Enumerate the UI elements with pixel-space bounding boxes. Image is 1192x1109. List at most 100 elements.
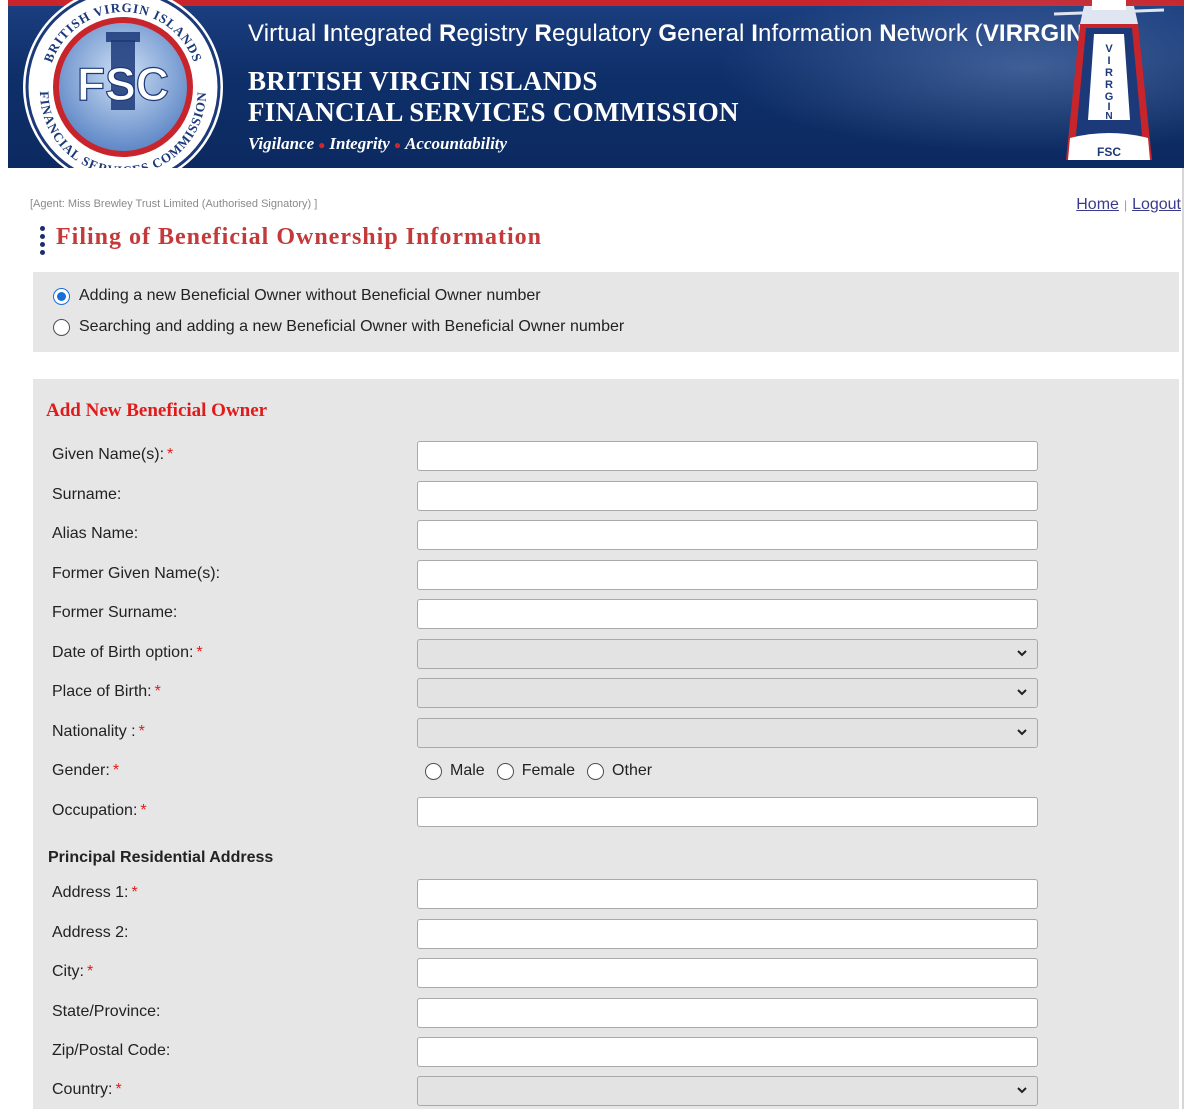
row-former-surname: Former Surname:: [33, 599, 1179, 629]
row-city: City: *: [33, 958, 1179, 988]
system-title-part: eneral: [677, 20, 752, 47]
org-name-line2: FINANCIAL SERVICES COMMISSION: [248, 97, 739, 127]
svg-text:I: I: [1107, 55, 1110, 67]
top-links: Home | Logout: [1076, 196, 1181, 214]
former-surname-label: Former Surname:: [52, 604, 178, 621]
row-address1: Address 1: *: [33, 879, 1179, 909]
surname-label: Surname:: [52, 486, 122, 503]
place-of-birth-label: Place of Birth: *: [52, 683, 161, 700]
row-dob-option: Date of Birth option: *: [33, 639, 1179, 669]
system-title-part: V: [248, 20, 264, 47]
state-label: State/Province:: [52, 1003, 161, 1020]
occupation-input[interactable]: [417, 797, 1038, 827]
row-occupation: Occupation: *: [33, 797, 1179, 827]
row-former-given-names: Former Given Name(s):: [33, 560, 1179, 590]
given-names-label: Given Name(s): *: [52, 446, 174, 463]
svg-text:N: N: [1105, 111, 1112, 122]
former-given-names-label: Former Given Name(s):: [52, 565, 221, 582]
row-alias-name: Alias Name:: [33, 520, 1179, 550]
country-select[interactable]: [417, 1076, 1038, 1106]
former-surname-input[interactable]: [417, 599, 1038, 629]
address1-input[interactable]: [417, 879, 1038, 909]
chevron-down-icon: [1017, 1087, 1027, 1094]
address2-input[interactable]: [417, 919, 1038, 949]
chevron-down-icon: [1017, 729, 1027, 736]
option-new-without-number[interactable]: Adding a new Beneficial Owner without Be…: [53, 287, 541, 305]
system-title-part: N: [879, 20, 897, 47]
dob-option-label: Date of Birth option: *: [52, 644, 203, 661]
row-surname: Surname:: [33, 481, 1179, 511]
nationality-select[interactable]: [417, 718, 1038, 748]
gender-other-label[interactable]: Other: [612, 762, 652, 780]
city-label: City: *: [52, 963, 94, 980]
virrgin-lighthouse-logo: V I R R G I N FSC: [1053, 0, 1165, 160]
zip-input[interactable]: [417, 1037, 1038, 1067]
state-input[interactable]: [417, 998, 1038, 1028]
motto: Vigilance ● Integrity ● Accountability: [248, 134, 508, 153]
row-gender: Gender: * Male Female Other: [33, 757, 1179, 787]
given-names-input[interactable]: [417, 441, 1038, 471]
address2-label: Address 2:: [52, 924, 129, 941]
dob-option-select[interactable]: [417, 639, 1038, 669]
add-beneficial-owner-form: Add New Beneficial Owner Given Name(s): *…: [33, 379, 1179, 1109]
option-new-without-number-label: Adding a new Beneficial Owner without Be…: [79, 287, 541, 304]
seal-abbr: FSC: [77, 58, 169, 110]
gender-female-label[interactable]: Female: [522, 762, 575, 780]
system-title-part: ntegrated: [329, 20, 439, 47]
gender-male-label[interactable]: Male: [450, 762, 485, 780]
page-right-edge: [1182, 168, 1184, 1109]
link-separator: |: [1123, 198, 1128, 212]
alias-name-label: Alias Name:: [52, 525, 139, 542]
page-title: Filing of Beneficial Ownership Informati…: [56, 224, 542, 250]
section-title: Add New Beneficial Owner: [46, 400, 268, 421]
former-given-names-input[interactable]: [417, 560, 1038, 590]
option-search-with-number-label: Searching and adding a new Beneficial Ow…: [79, 318, 625, 335]
motto-vigilance: Vigilance: [248, 134, 315, 153]
chevron-down-icon: [1017, 689, 1027, 696]
row-country: Country: *: [33, 1076, 1179, 1106]
option-new-without-number-radio[interactable]: [53, 287, 70, 305]
system-title-part: egulatory: [551, 20, 659, 47]
address1-label: Address 1: *: [52, 884, 138, 901]
row-given-names: Given Name(s): *: [33, 441, 1179, 471]
fsc-seal-logo: FSC BRITISH VIRGIN ISLANDS FINANCIAL SER…: [23, 0, 223, 168]
title-dots-icon: [40, 226, 46, 258]
gender-female-radio[interactable]: [496, 762, 514, 780]
gender-male-radio[interactable]: [425, 762, 442, 780]
option-search-with-number[interactable]: Searching and adding a new Beneficial Ow…: [53, 318, 624, 336]
occupation-label: Occupation: *: [52, 802, 147, 819]
row-state: State/Province:: [33, 998, 1179, 1028]
row-address2: Address 2:: [33, 919, 1179, 949]
logout-link[interactable]: Logout: [1132, 196, 1181, 213]
system-title-part: G: [658, 20, 678, 47]
lighthouse-abbr: FSC: [1097, 145, 1121, 159]
row-zip: Zip/Postal Code:: [33, 1037, 1179, 1067]
gender-label: Gender: *: [52, 762, 120, 779]
system-title-part: R: [534, 20, 552, 47]
city-input[interactable]: [417, 958, 1038, 988]
row-nationality: Nationality : *: [33, 718, 1179, 748]
svg-text:R: R: [1105, 79, 1113, 91]
gender-other-radio[interactable]: [587, 762, 605, 780]
system-title-part: etwork (: [896, 20, 983, 47]
svg-text:V: V: [1105, 43, 1113, 55]
system-title-part: irtual: [263, 20, 324, 47]
address-heading: Principal Residential Address: [48, 849, 274, 866]
motto-accountability: Accountability: [405, 134, 508, 153]
home-link[interactable]: Home: [1076, 196, 1119, 213]
alias-name-input[interactable]: [417, 520, 1038, 550]
org-name-line1: BRITISH VIRGIN ISLANDS: [248, 66, 598, 96]
zip-label: Zip/Postal Code:: [52, 1042, 171, 1059]
system-title: Virtual Integrated Registry Regulatory G…: [248, 20, 1092, 48]
system-title-part: R: [438, 20, 457, 47]
system-title-part: nformation: [758, 20, 880, 47]
filing-mode-options: Adding a new Beneficial Owner without Be…: [33, 272, 1179, 352]
header-banner: FSC BRITISH VIRGIN ISLANDS FINANCIAL SER…: [8, 0, 1184, 168]
system-title-part: I: [323, 20, 330, 47]
system-title-part: egistry: [456, 20, 535, 47]
chevron-down-icon: [1017, 650, 1027, 657]
surname-input[interactable]: [417, 481, 1038, 511]
place-of-birth-select[interactable]: [417, 678, 1038, 708]
option-search-with-number-radio[interactable]: [53, 318, 70, 336]
svg-text:R: R: [1105, 67, 1113, 79]
